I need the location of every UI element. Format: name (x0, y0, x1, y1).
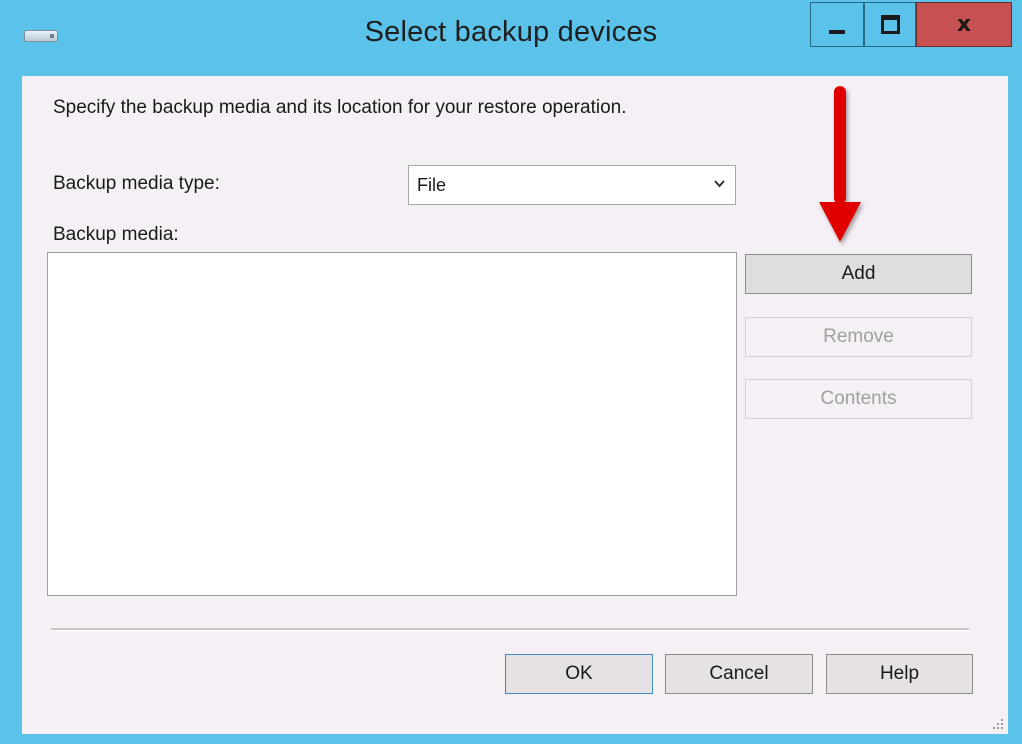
chevron-down-icon (714, 180, 725, 188)
media-type-value: File (417, 175, 447, 195)
remove-button[interactable]: Remove (745, 317, 972, 357)
maximize-icon (880, 15, 900, 34)
instruction-text: Specify the backup media and its locatio… (53, 97, 627, 118)
media-list-label: Backup media: (53, 224, 179, 245)
close-icon: x (956, 12, 972, 37)
title-bar[interactable]: Select backup devices x (0, 0, 1022, 76)
ok-button[interactable]: OK (505, 654, 653, 694)
close-button[interactable]: x (916, 2, 1012, 47)
media-type-label: Backup media type: (53, 173, 220, 194)
red-arrow-icon (819, 86, 861, 242)
add-button[interactable]: Add (745, 254, 972, 294)
footer-separator (51, 628, 969, 631)
media-type-dropdown[interactable]: File (408, 165, 736, 205)
cancel-button[interactable]: Cancel (665, 654, 813, 694)
minimize-icon (829, 29, 845, 34)
minimize-button[interactable] (810, 2, 864, 47)
help-button[interactable]: Help (826, 654, 973, 694)
contents-button[interactable]: Contents (745, 379, 972, 419)
backup-media-list[interactable] (47, 252, 737, 596)
dialog-window: Select backup devices x Specify the back… (0, 0, 1022, 744)
maximize-button[interactable] (864, 2, 916, 47)
resize-grip-icon[interactable] (992, 718, 1004, 730)
